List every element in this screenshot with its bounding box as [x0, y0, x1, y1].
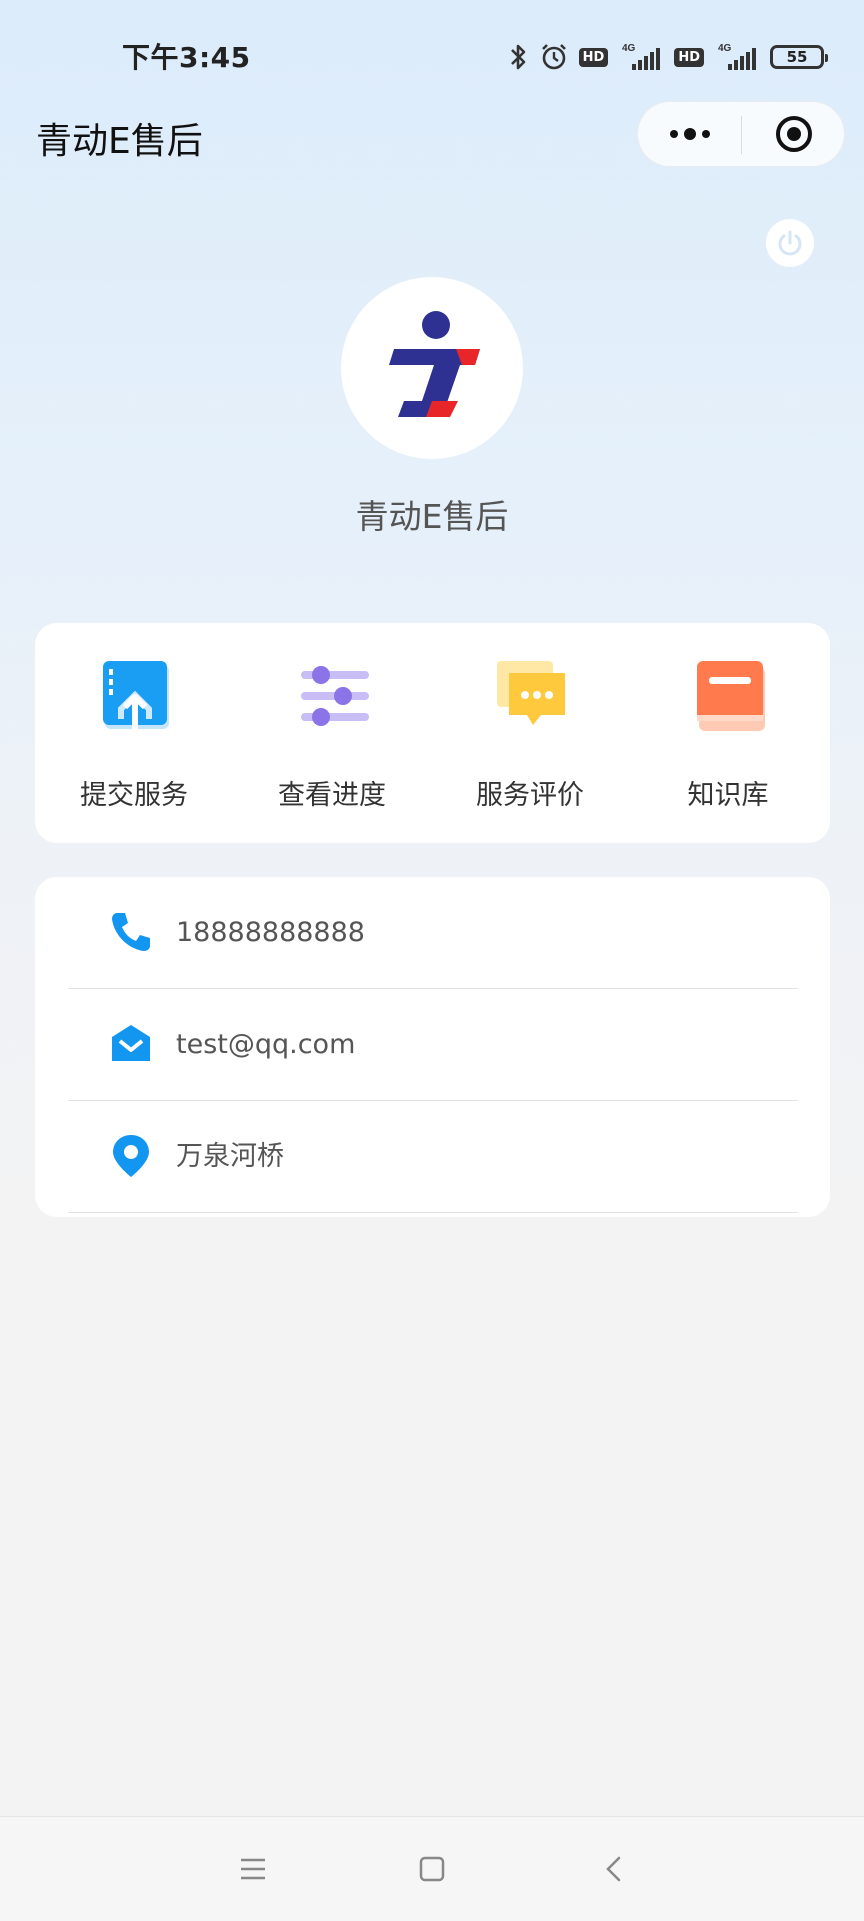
- menu-item-knowledge-base[interactable]: 知识库: [629, 623, 827, 843]
- contact-row-address[interactable]: 万泉河桥: [68, 1101, 798, 1213]
- target-circle-icon: [775, 116, 812, 152]
- menu-label-knowledge-base: 知识库: [687, 780, 769, 811]
- menu-item-view-progress[interactable]: 查看进度: [233, 623, 431, 843]
- chat-bubble-icon: [497, 661, 565, 725]
- battery-level: 55: [786, 48, 808, 66]
- square-icon: [419, 1856, 445, 1882]
- menu-label-submit-service: 提交服务: [80, 780, 188, 811]
- book-icon: [697, 661, 765, 731]
- more-button[interactable]: [638, 102, 741, 166]
- avatar: [341, 277, 523, 459]
- alarm-icon: [541, 44, 566, 70]
- profile-name: 青动E售后: [355, 497, 509, 536]
- more-dots-icon: [669, 128, 710, 140]
- hd-badge-2: HD: [674, 47, 704, 67]
- divider: [68, 1212, 798, 1213]
- page-title: 青动E售后: [36, 121, 203, 162]
- back-chevron-icon: [606, 1856, 621, 1882]
- power-icon: [778, 230, 802, 256]
- bluetooth-icon: [510, 44, 525, 70]
- svg-text:4G: 4G: [622, 43, 636, 54]
- logout-button[interactable]: [766, 219, 814, 267]
- status-time: 下午3:45: [122, 41, 251, 74]
- signal-icon: 4G: [622, 43, 661, 70]
- menu-label-service-rating: 服务评价: [476, 780, 584, 811]
- close-miniprogram-button[interactable]: [742, 102, 845, 166]
- brand-logo: [389, 311, 480, 417]
- menu-item-submit-service[interactable]: 提交服务: [35, 623, 233, 843]
- miniprogram-capsule: [637, 101, 845, 167]
- phone-number: 18888888888: [176, 917, 365, 948]
- status-bar: 下午3:45 HD 4G HD 4G 55: [0, 0, 864, 110]
- service-menu-card: 提交服务 查看进度 服务评价 知识库: [35, 623, 830, 843]
- address-text: 万泉河桥: [176, 1141, 284, 1172]
- svg-text:4G: 4G: [718, 43, 732, 54]
- contact-row-phone[interactable]: 18888888888: [68, 877, 798, 989]
- phone-icon: [112, 913, 150, 951]
- mail-icon: [112, 1025, 150, 1061]
- back-button[interactable]: [592, 1847, 636, 1891]
- contact-info-card: 18888888888 test@qq.com 万泉河桥: [35, 877, 830, 1217]
- signal-icon-2: 4G: [718, 43, 756, 70]
- menu-label-view-progress: 查看进度: [278, 780, 386, 811]
- battery-indicator: 55: [770, 45, 828, 69]
- menu-item-service-rating[interactable]: 服务评价: [431, 623, 629, 843]
- upload-icon: [103, 661, 169, 729]
- home-button[interactable]: [410, 1847, 454, 1891]
- contact-row-email[interactable]: test@qq.com: [68, 989, 798, 1101]
- sliders-icon: [301, 666, 369, 726]
- recent-apps-button[interactable]: [231, 1847, 275, 1891]
- hd-badge: HD: [578, 47, 609, 67]
- system-nav-bar: [0, 1816, 864, 1921]
- email-address: test@qq.com: [176, 1029, 356, 1060]
- menu-lines-icon: [241, 1858, 265, 1880]
- status-icons: HD 4G HD 4G 55: [507, 40, 828, 74]
- location-pin-icon: [113, 1135, 149, 1177]
